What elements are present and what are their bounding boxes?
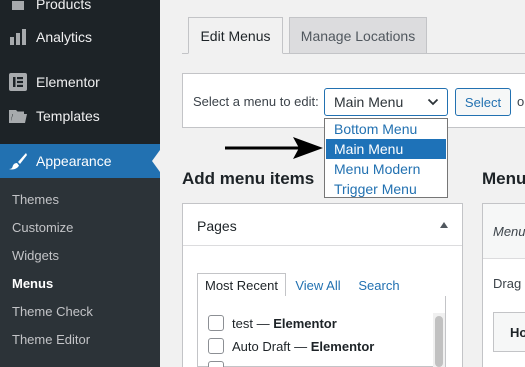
- sidebar-item-label: Elementor: [36, 74, 100, 90]
- submenu-theme-editor[interactable]: Theme Editor: [12, 332, 90, 347]
- drag-instructions: Drag: [493, 276, 522, 291]
- page-checkbox[interactable]: [208, 338, 224, 354]
- sidebar-item-label: Appearance: [36, 153, 112, 169]
- products-icon: [0, 0, 36, 12]
- page-checkbox[interactable]: [208, 361, 224, 367]
- tab-edit-menus[interactable]: Edit Menus: [188, 17, 283, 54]
- menu-structure-heading: Menu: [482, 169, 525, 188]
- menu-name-row: Menu: [483, 204, 525, 259]
- menu-select-value: Main Menu: [334, 94, 404, 110]
- sidebar-item-label: Products: [36, 0, 92, 12]
- tab-search[interactable]: Search: [354, 273, 404, 297]
- add-menu-items-heading: Add menu items: [182, 169, 315, 188]
- menu-dropdown-list: Bottom Menu Main Menu Menu Modern Trigge…: [324, 118, 448, 198]
- paintbrush-icon: [0, 152, 36, 170]
- page-item-label: Auto Draft — Elementor: [232, 339, 375, 354]
- pages-panel-title: Pages: [197, 218, 237, 234]
- submenu-theme-check[interactable]: Theme Check: [12, 304, 93, 319]
- elementor-icon: [0, 73, 36, 91]
- sidebar-item-appearance[interactable]: Appearance: [0, 144, 160, 178]
- select-menu-label: Select a menu to edit:: [193, 94, 319, 109]
- sidebar-item-elementor[interactable]: Elementor: [0, 65, 160, 99]
- tab-most-recent[interactable]: Most Recent: [197, 273, 286, 297]
- menu-name-label: Menu: [493, 224, 525, 239]
- folder-icon: [0, 109, 36, 124]
- select-button[interactable]: Select: [455, 88, 511, 116]
- sidebar-item-products[interactable]: Products: [0, 0, 160, 21]
- dropdown-option-bottom-menu[interactable]: Bottom Menu: [326, 119, 446, 139]
- menu-structure-panel: Menu Drag Ho: [482, 203, 525, 367]
- sidebar-item-label: Templates: [36, 108, 100, 124]
- list-scrollbar[interactable]: [433, 313, 445, 367]
- pages-panel-header[interactable]: Pages: [183, 204, 462, 246]
- analytics-icon: [0, 29, 36, 45]
- submenu-customize[interactable]: Customize: [12, 220, 73, 235]
- menu-select[interactable]: Main Menu: [324, 88, 448, 116]
- or-text: o: [517, 94, 525, 109]
- page-item-label: test — Elementor: [232, 316, 337, 331]
- collapse-arrow-icon[interactable]: [440, 222, 448, 228]
- menu-item-label: Ho: [510, 325, 525, 340]
- chevron-down-icon: [427, 95, 439, 111]
- menu-item-home[interactable]: Ho: [493, 312, 525, 352]
- active-indicator: [152, 150, 160, 172]
- sidebar-item-label: Analytics: [36, 29, 93, 45]
- tab-manage-locations[interactable]: Manage Locations: [289, 17, 427, 54]
- scroll-thumb[interactable]: [435, 316, 443, 367]
- sidebar-item-analytics[interactable]: Analytics: [0, 20, 160, 54]
- sidebar-item-templates[interactable]: Templates: [0, 99, 160, 133]
- dropdown-option-menu-modern[interactable]: Menu Modern: [326, 159, 446, 179]
- annotation-arrow-icon: [225, 135, 325, 166]
- tab-view-all[interactable]: View All: [292, 273, 344, 297]
- recent-pages-list: [197, 296, 446, 367]
- dropdown-option-main-menu[interactable]: Main Menu: [326, 139, 446, 159]
- submenu-menus[interactable]: Menus: [12, 276, 53, 291]
- admin-sidebar: Products Analytics Elementor Templates A…: [0, 0, 160, 367]
- submenu-themes[interactable]: Themes: [12, 192, 59, 207]
- submenu-widgets[interactable]: Widgets: [12, 248, 59, 263]
- page-checkbox[interactable]: [208, 315, 224, 331]
- dropdown-option-trigger-menu[interactable]: Trigger Menu: [326, 179, 446, 199]
